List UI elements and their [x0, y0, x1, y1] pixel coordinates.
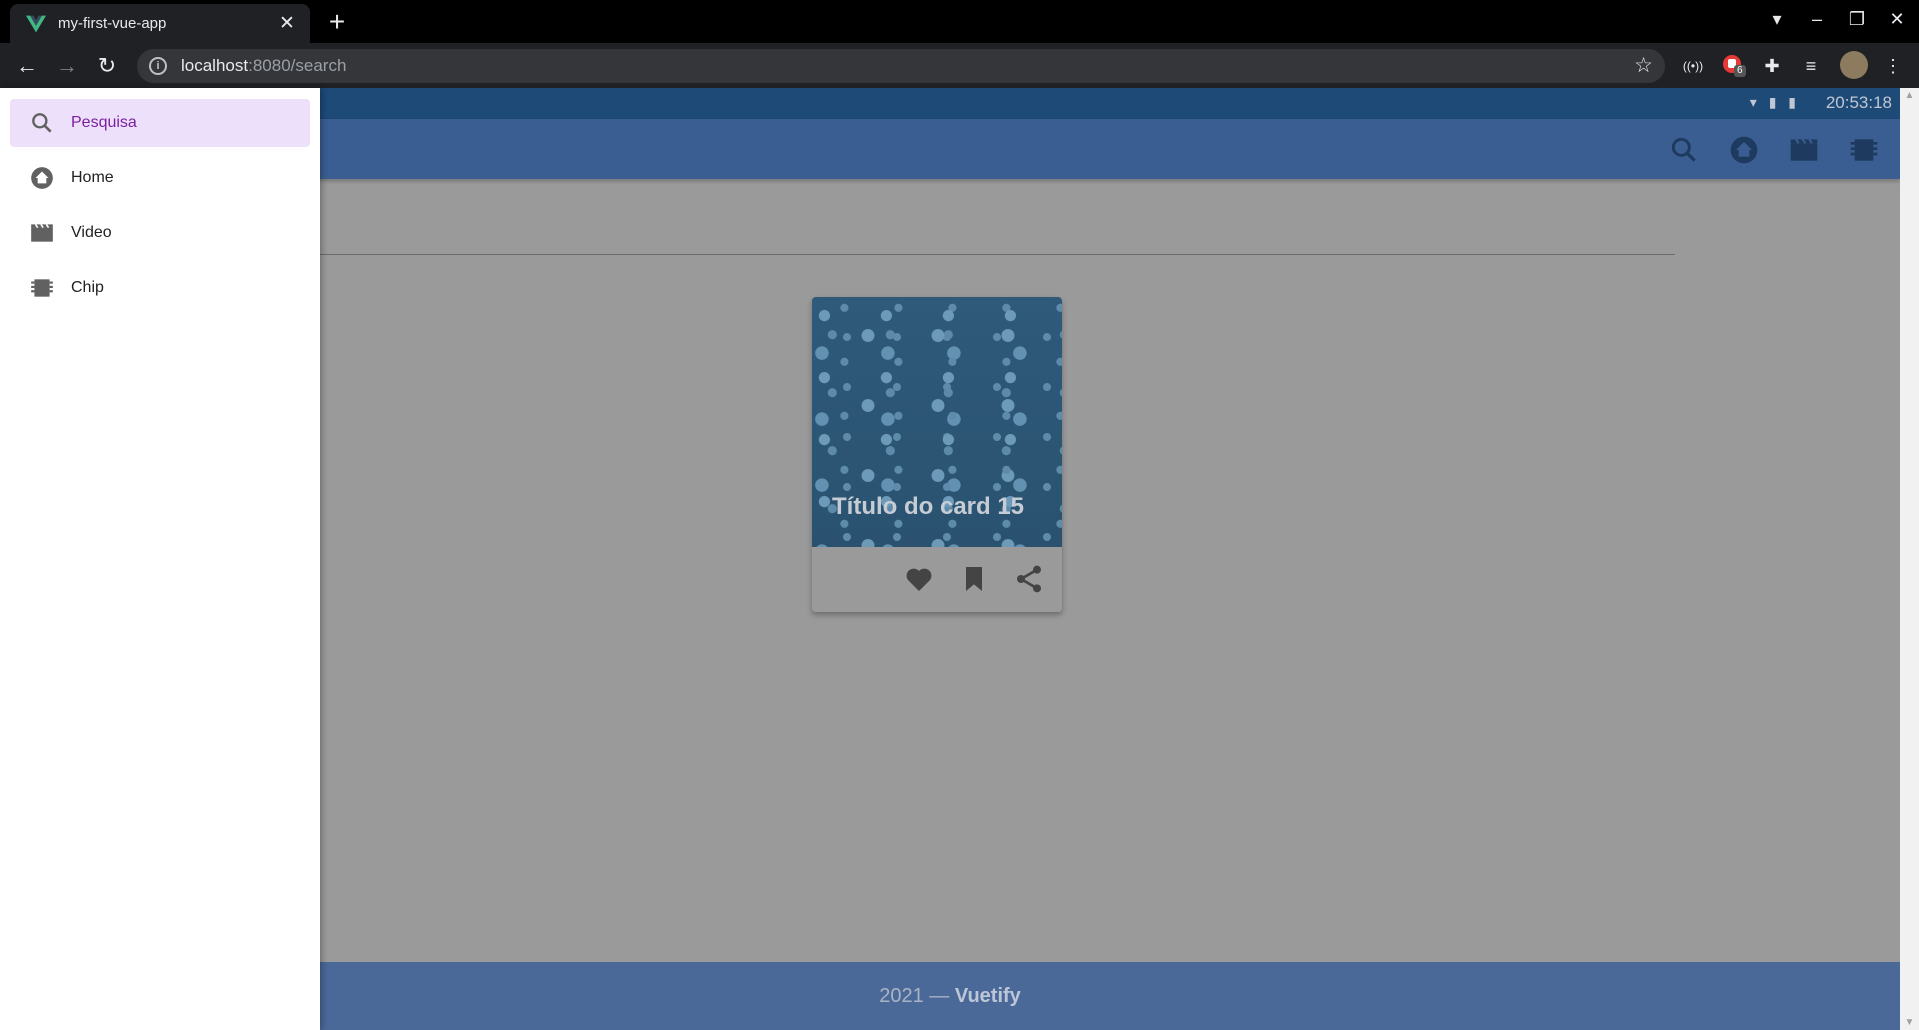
- video-icon[interactable]: [1788, 134, 1820, 166]
- chip-icon: [31, 279, 53, 297]
- forward-icon[interactable]: →: [52, 51, 82, 81]
- scroll-down-icon[interactable]: ▼: [1903, 1017, 1916, 1028]
- vue-logo-icon: [26, 15, 46, 32]
- card-actions: [812, 547, 1062, 612]
- back-icon[interactable]: ←: [12, 51, 42, 81]
- extensions-puzzle-icon[interactable]: ✚: [1759, 53, 1785, 79]
- extension-badge: 6: [1734, 65, 1746, 77]
- navigation-drawer: Pesquisa Home Video Chip: [0, 88, 320, 1030]
- close-tab-icon[interactable]: ✕: [274, 11, 300, 37]
- status-icons: ▾ ▮ ▮: [1749, 94, 1800, 110]
- nav-label: Pesquisa: [71, 114, 137, 131]
- close-window-icon[interactable]: ✕: [1877, 4, 1917, 34]
- status-time: 20:53:18: [1825, 93, 1892, 112]
- scrollbar[interactable]: ▲ ▼: [1900, 88, 1919, 1030]
- footer-brand: Vuetify: [954, 985, 1021, 1007]
- browser-tab-strip: my-first-vue-app ✕ + ▾ – ❐ ✕: [0, 0, 1919, 43]
- browser-tab[interactable]: my-first-vue-app ✕: [10, 4, 310, 43]
- footer-year: 2021 —: [879, 985, 950, 1007]
- search-icon[interactable]: [1668, 134, 1700, 166]
- site-info-icon[interactable]: i: [149, 57, 167, 75]
- address-bar[interactable]: i localhost:8080/search ☆: [137, 49, 1665, 83]
- nav-label: Video: [71, 224, 112, 241]
- new-tab-button[interactable]: +: [322, 8, 352, 38]
- share-icon[interactable]: [1013, 563, 1045, 595]
- nav-item-home[interactable]: Home: [10, 154, 310, 202]
- heart-icon[interactable]: [903, 563, 935, 595]
- home-icon: [31, 167, 53, 189]
- bookmark-star-icon[interactable]: ☆: [1634, 53, 1653, 78]
- scroll-up-icon[interactable]: ▲: [1903, 90, 1916, 101]
- minimize-icon[interactable]: –: [1797, 4, 1837, 34]
- browser-toolbar: ← → ↻ i localhost:8080/search ☆ ((•)) 6 …: [0, 43, 1919, 88]
- nav-item-video[interactable]: Video: [10, 209, 310, 257]
- profile-avatar[interactable]: [1840, 51, 1868, 79]
- restore-icon[interactable]: ❐: [1837, 4, 1877, 34]
- extension-shield-icon[interactable]: 6: [1719, 53, 1746, 79]
- content-card: Título do card 15: [812, 297, 1062, 612]
- nav-label: Chip: [71, 279, 104, 296]
- cast-icon[interactable]: ((•)): [1680, 53, 1706, 79]
- home-icon[interactable]: [1728, 134, 1760, 166]
- nav-label: Home: [71, 169, 114, 186]
- bookmark-icon[interactable]: [958, 563, 990, 595]
- card-title: Título do card 15: [832, 493, 1025, 520]
- search-icon: [32, 113, 52, 133]
- divider: [320, 254, 1675, 255]
- media-queue-icon[interactable]: ≡: [1798, 53, 1824, 79]
- video-icon: [31, 223, 53, 242]
- tab-title: my-first-vue-app: [58, 15, 167, 32]
- chip-icon[interactable]: [1848, 134, 1880, 166]
- url-text: localhost:8080/search: [181, 56, 347, 75]
- nav-item-chip[interactable]: Chip: [10, 264, 310, 312]
- reload-icon[interactable]: ↻: [92, 51, 122, 81]
- browser-menu-icon[interactable]: ⋮: [1880, 53, 1906, 79]
- tab-search-icon[interactable]: ▾: [1757, 4, 1797, 34]
- nav-item-pesquisa[interactable]: Pesquisa: [10, 99, 310, 147]
